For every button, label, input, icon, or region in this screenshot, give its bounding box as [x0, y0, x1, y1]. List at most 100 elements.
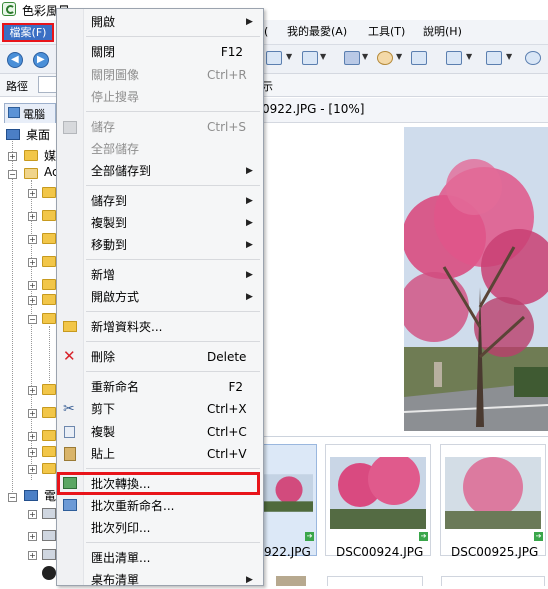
expand-icon[interactable]: +	[28, 189, 37, 198]
chevron-down-icon[interactable]: ▼	[506, 52, 512, 61]
folder-icon	[42, 430, 56, 441]
menu-item-close-image[interactable]: 關閉圖像	[91, 66, 139, 84]
thumbnail-item[interactable]: ➔	[440, 444, 546, 556]
thumbnail-item[interactable]	[327, 576, 423, 586]
computer-icon	[8, 107, 20, 118]
menu-item-save[interactable]: 儲存	[91, 118, 115, 136]
expand-icon[interactable]: +	[28, 432, 37, 441]
chevron-down-icon[interactable]: ▼	[320, 52, 326, 61]
expand-icon[interactable]: +	[28, 551, 37, 560]
forward-icon[interactable]	[33, 52, 49, 68]
palette-icon[interactable]	[377, 51, 393, 65]
menu-separator	[86, 311, 260, 312]
folder-icon	[42, 407, 56, 418]
tree-item-desktop[interactable]: 桌面	[26, 126, 50, 144]
highlight-box	[57, 472, 260, 495]
tab-computer[interactable]: 電腦	[4, 103, 56, 123]
fullscreen-icon[interactable]	[411, 51, 427, 65]
tree-item-media[interactable]: 媒	[44, 147, 56, 165]
menu-item-cut[interactable]: 剪下	[91, 400, 115, 418]
submenu-arrow-icon: ▶	[246, 270, 253, 280]
expand-icon[interactable]: +	[28, 448, 37, 457]
menu-separator	[86, 468, 260, 469]
back-icon[interactable]	[7, 52, 23, 68]
drive-icon	[42, 530, 56, 541]
fit-icon[interactable]	[525, 51, 541, 65]
drive-icon	[42, 549, 56, 560]
menu-item-close[interactable]: 關閉	[91, 43, 115, 61]
menu-item-save-all[interactable]: 全部儲存	[91, 140, 139, 158]
menu-item-rename[interactable]: 重新命名	[91, 378, 139, 396]
menu-file[interactable]: 檔案(F)	[2, 23, 54, 42]
expand-icon[interactable]: +	[28, 386, 37, 395]
folder-icon	[42, 256, 56, 267]
menu-item-open[interactable]: 開啟	[91, 13, 115, 31]
drive-icon	[42, 508, 56, 519]
menu-item-batch-rename[interactable]: 批次重新命名...	[91, 497, 174, 515]
expand-icon[interactable]: +	[28, 258, 37, 267]
thumbnail-image	[263, 474, 313, 512]
menu-separator	[86, 542, 260, 543]
menu-item-new[interactable]: 新增	[91, 266, 115, 284]
shortcut-label: F12	[220, 45, 243, 59]
layout-icon[interactable]	[302, 51, 318, 65]
thumbnail-image	[330, 457, 426, 529]
expand-icon[interactable]: +	[28, 465, 37, 474]
thumbnail-item[interactable]	[276, 576, 306, 586]
menu-view[interactable]: (	[264, 24, 268, 40]
menu-separator	[86, 185, 260, 186]
menu-item-batch-print[interactable]: 批次列印...	[91, 519, 150, 537]
computer-icon	[24, 490, 38, 501]
menu-item-stop-search[interactable]: 停止搜尋	[91, 88, 139, 106]
zoom-out-icon[interactable]	[446, 51, 462, 65]
menu-item-open-with[interactable]: 開啟方式	[91, 288, 139, 306]
menu-item-move-to[interactable]: 移動到	[91, 236, 127, 254]
menu-separator	[86, 111, 260, 112]
chevron-down-icon[interactable]: ▼	[396, 52, 402, 61]
menu-item-delete[interactable]: 刪除	[91, 348, 115, 366]
expand-icon[interactable]: +	[28, 532, 37, 541]
menu-separator	[86, 341, 260, 342]
menu-item-save-to[interactable]: 儲存到	[91, 192, 127, 210]
expand-icon[interactable]: +	[28, 281, 37, 290]
menu-item-wallpaper-list[interactable]: 桌布清單	[91, 571, 139, 589]
menu-help[interactable]: 說明(H)	[423, 24, 462, 40]
view-mode-icon[interactable]	[266, 51, 282, 65]
collapse-icon[interactable]: −	[8, 493, 17, 502]
menu-item-new-folder[interactable]: 新增資料夾...	[91, 318, 162, 336]
chevron-down-icon[interactable]: ▼	[286, 52, 292, 61]
menu-tools[interactable]: 工具(T)	[368, 24, 405, 40]
submenu-arrow-icon: ▶	[246, 17, 253, 27]
expand-icon[interactable]: +	[28, 510, 37, 519]
folder-icon	[24, 150, 38, 161]
menu-item-paste[interactable]: 貼上	[91, 445, 115, 463]
thumbnail-item[interactable]	[441, 576, 545, 586]
thumbnail-item[interactable]: ➔	[325, 444, 431, 556]
expand-icon[interactable]: +	[28, 409, 37, 418]
shortcut-label: F2	[228, 380, 243, 394]
menu-item-save-all-to[interactable]: 全部儲存到	[91, 162, 151, 180]
collapse-icon[interactable]: −	[8, 170, 17, 179]
paste-icon	[64, 447, 76, 461]
menu-item-copy[interactable]: 複製	[91, 423, 115, 441]
chevron-down-icon[interactable]: ▼	[466, 52, 472, 61]
menu-item-copy-to[interactable]: 複製到	[91, 214, 127, 232]
expand-icon[interactable]: +	[28, 212, 37, 221]
chevron-down-icon[interactable]: ▼	[362, 52, 368, 61]
menu-favorites[interactable]: 我的最愛(A)	[287, 24, 347, 40]
tree-item-computer[interactable]: 電	[44, 487, 56, 505]
path-label: 路徑	[6, 80, 28, 93]
submenu-arrow-icon: ▶	[246, 196, 253, 206]
cut-icon: ✂	[63, 401, 75, 417]
expand-icon[interactable]: +	[28, 235, 37, 244]
submenu-arrow-icon: ▶	[246, 166, 253, 176]
sort-icon[interactable]	[344, 51, 360, 65]
collapse-icon[interactable]: −	[28, 315, 37, 324]
batch-rename-icon	[63, 499, 77, 511]
dvd-drive-icon	[42, 566, 56, 580]
zoom-in-icon[interactable]	[486, 51, 502, 65]
tab-label: 電腦	[23, 108, 45, 121]
expand-icon[interactable]: +	[8, 152, 17, 161]
menu-item-export-list[interactable]: 匯出清單...	[91, 549, 150, 567]
expand-icon[interactable]: +	[28, 296, 37, 305]
